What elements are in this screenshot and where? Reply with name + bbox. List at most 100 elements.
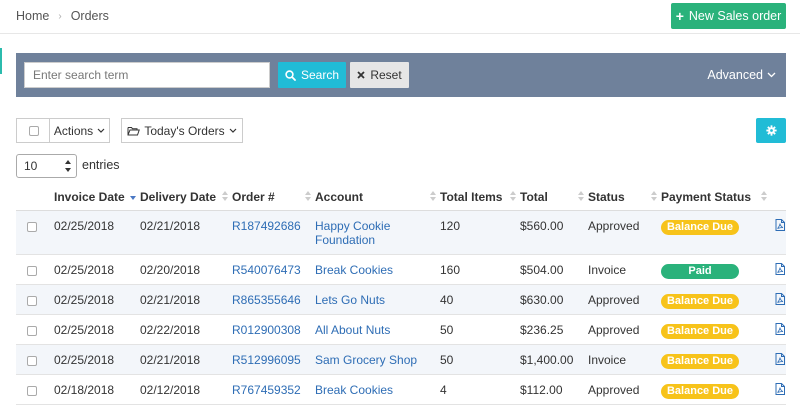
total-cell: $1,400.00 (520, 344, 588, 375)
column-header[interactable]: Payment Status (661, 184, 771, 211)
entries-label: entries (82, 158, 120, 172)
pdf-file-icon[interactable] (771, 218, 785, 234)
settings-button[interactable] (756, 118, 786, 143)
column-header[interactable]: Status (588, 184, 661, 211)
column-header-label: Delivery Date (140, 189, 217, 204)
account-link[interactable]: Sam Grocery Shop (315, 344, 440, 375)
row-checkbox[interactable] (27, 355, 37, 366)
invoice-date-cell: 02/25/2018 (54, 254, 140, 285)
account-link[interactable]: Break Cookies (315, 254, 440, 285)
new-sales-order-button[interactable]: + New Sales order (671, 3, 786, 29)
invoice-date-cell: 02/25/2018 (54, 210, 140, 255)
payment-status-badge: Balance Due (661, 293, 739, 309)
total-items-cell: 40 (440, 284, 520, 315)
invoice-pdf-cell (771, 344, 786, 375)
invoice-pdf-cell (771, 254, 786, 285)
total-items-cell: 50 (440, 314, 520, 345)
row-checkbox[interactable] (27, 325, 37, 336)
payment-status-cell: Balance Due (661, 284, 771, 315)
table-row[interactable]: 02/25/2018 02/22/2018 R012900308 All Abo… (16, 314, 786, 345)
pdf-file-icon[interactable] (771, 292, 785, 308)
column-header[interactable]: Order # (232, 184, 315, 211)
delivery-date-cell: 02/12/2018 (140, 374, 232, 405)
row-checkbox[interactable] (27, 295, 37, 306)
payment-status-badge: Balance Due (661, 323, 739, 339)
delivery-date-cell: 02/22/2018 (140, 314, 232, 345)
status-cell: Approved (588, 374, 661, 405)
total-items-cell: 4 (440, 374, 520, 405)
stepper-arrows-icon (65, 160, 71, 172)
sort-icon (651, 191, 657, 201)
total-cell: $630.00 (520, 284, 588, 315)
sort-icon (430, 191, 436, 201)
order-number-link[interactable]: R187492686 (232, 210, 315, 255)
order-number-link[interactable]: R767459352 (232, 374, 315, 405)
table-row[interactable]: 02/25/2018 02/21/2018 R512996095 Sam Gro… (16, 344, 786, 375)
payment-status-badge: Balance Due (661, 219, 739, 235)
actions-dropdown[interactable]: Actions (49, 118, 110, 143)
order-number-link[interactable]: R012900308 (232, 314, 315, 345)
table-row[interactable]: 02/25/2018 02/20/2018 R540076473 Break C… (16, 254, 786, 285)
sort-icon (578, 191, 584, 201)
invoice-date-cell: 02/25/2018 (54, 314, 140, 345)
table-row[interactable]: 02/25/2018 02/21/2018 R865355646 Lets Go… (16, 284, 786, 315)
search-button[interactable]: Search (278, 62, 346, 88)
status-cell: Approved (588, 210, 661, 255)
breadcrumb-separator: › (58, 10, 62, 22)
select-all-checkbox[interactable] (28, 125, 39, 136)
account-link[interactable]: Break Cookies (315, 374, 440, 405)
search-icon (285, 69, 296, 81)
view-filter-dropdown[interactable]: Today's Orders (121, 118, 243, 143)
invoice-date-cell: 02/18/2018 (54, 374, 140, 405)
delivery-date-cell: 02/21/2018 (140, 344, 232, 375)
column-header[interactable]: Invoice Date (54, 184, 140, 211)
account-name-line: Lets Go Nuts (315, 292, 386, 307)
account-link[interactable]: Lets Go Nuts (315, 284, 440, 315)
row-checkbox[interactable] (27, 221, 37, 232)
status-cell: Approved (588, 314, 661, 345)
account-name-line: Break Cookies (315, 262, 394, 277)
row-checkbox[interactable] (27, 385, 37, 396)
column-header[interactable]: Delivery Date (140, 184, 232, 211)
actions-label: Actions (53, 123, 94, 138)
row-select-cell (16, 314, 54, 345)
order-number-link[interactable]: R540076473 (232, 254, 315, 285)
chevron-down-icon (229, 128, 237, 133)
row-checkbox[interactable] (27, 265, 37, 276)
pdf-file-icon[interactable] (771, 382, 785, 398)
table-header-row: Invoice Date Delivery Date Order # Accou… (16, 184, 786, 211)
payment-status-badge: Paid (661, 263, 739, 279)
sort-icon (761, 191, 767, 201)
delivery-date-cell: 02/21/2018 (140, 210, 232, 255)
plus-icon: + (675, 8, 684, 24)
row-select-cell (16, 254, 54, 285)
reset-button[interactable]: Reset (350, 62, 409, 88)
page-size-select[interactable]: 10 (16, 154, 77, 178)
pdf-file-icon[interactable] (771, 322, 785, 338)
payment-status-cell: Balance Due (661, 344, 771, 375)
payment-status-badge: Balance Due (661, 353, 739, 369)
column-header[interactable]: Total Items (440, 184, 520, 211)
column-header[interactable]: Total (520, 184, 588, 211)
table-row[interactable]: 02/25/2018 02/21/2018 R187492686 Happy C… (16, 210, 786, 255)
row-select-cell (16, 374, 54, 405)
chevron-down-icon (97, 128, 105, 133)
total-items-cell: 160 (440, 254, 520, 285)
order-number-link[interactable]: R865355646 (232, 284, 315, 315)
select-all-wrapper (16, 118, 50, 143)
pdf-file-icon[interactable] (771, 352, 785, 368)
sort-icon (305, 191, 311, 201)
order-number-link[interactable]: R512996095 (232, 344, 315, 375)
table-row[interactable]: 02/18/2018 02/12/2018 R767459352 Break C… (16, 374, 786, 405)
account-link[interactable]: Happy Cookie Foundation (315, 210, 440, 255)
account-name-line: Foundation (315, 232, 376, 247)
column-header[interactable]: Account (315, 184, 440, 211)
reset-button-label: Reset (370, 68, 402, 82)
sort-icon (510, 191, 516, 201)
breadcrumb-home[interactable]: Home (16, 9, 49, 23)
search-input[interactable] (24, 62, 270, 88)
account-link[interactable]: All About Nuts (315, 314, 440, 345)
advanced-search-toggle[interactable]: Advanced (707, 68, 776, 82)
account-name-line: Happy Cookie (315, 218, 391, 233)
pdf-file-icon[interactable] (771, 262, 785, 278)
